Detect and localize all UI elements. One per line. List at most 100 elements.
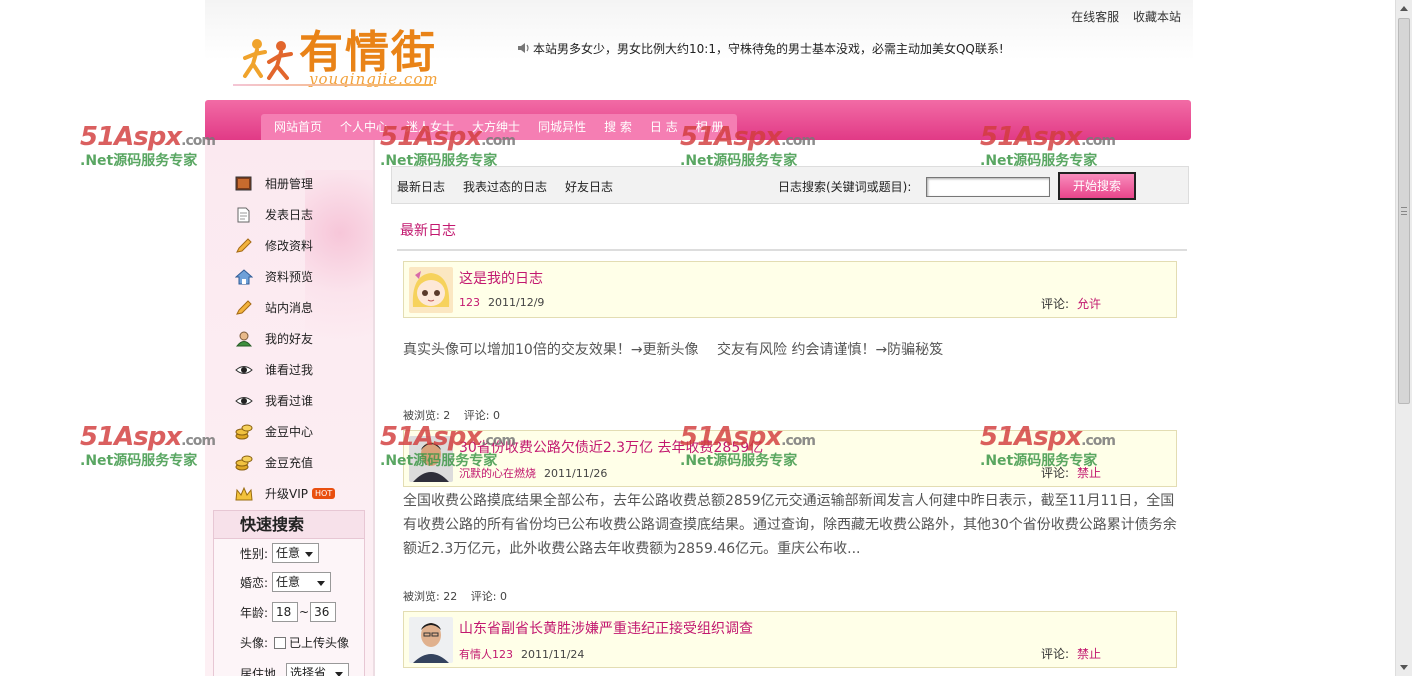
blog-toolbar: 最新日志 我表过态的日志 好友日志 日志搜索(关键词或题目): 开始搜索 [391,166,1189,204]
blog-meta: 123 2011/12/9 [459,296,544,309]
avatar[interactable] [409,436,453,482]
sidebar-item-messages[interactable]: 站内消息 [235,292,335,323]
pencil-icon [236,237,252,253]
top-links: 在线客服 收藏本站 [1061,8,1181,25]
sidebar-item-edit-profile[interactable]: 修改资料 [235,230,335,261]
nav-strip: 网站首页 个人中心 迷人女士 大方绅士 同城异性 搜 索 日 志 相 册 [261,114,737,140]
hot-badge: HOT [312,488,336,499]
comment-count: 0 [499,590,507,603]
gender-select[interactable]: 任意 [272,543,320,563]
nav-item-ladies[interactable]: 迷人女士 [397,114,463,140]
sidebar-item-who-i-viewed[interactable]: 我看过谁 [235,385,335,416]
user-icon [235,331,253,346]
nav-item-gentlemen[interactable]: 大方绅士 [463,114,529,140]
avatar-row: 头像: 已上传头像 [240,636,350,650]
running-figures-icon [243,39,293,80]
blog-search-input[interactable] [926,177,1050,197]
comment-setting-value: 允许 [1077,297,1102,311]
notice-text: 本站男多女少，男女比例大约10:1，守株待兔的男士基本没戏，必需主动加美女QQ联… [533,42,1004,56]
sidebar-divider [373,140,375,676]
sidebar-item-gold-center[interactable]: 金豆中心 [235,416,335,447]
sidebar-item-profile-preview[interactable]: 资料预览 [235,261,335,292]
nav-item-search[interactable]: 搜 索 [595,114,641,140]
document-icon [237,207,250,222]
blog-meta: 沉默的心在燃烧 2011/11/26 [459,465,607,481]
scroll-down-icon[interactable] [1400,665,1408,670]
pencil-icon [236,299,252,315]
sidebar-menu: 相册管理 发表日志 修改资料 资料预览 站内消息 我的好友 谁看过我 我看过谁 … [235,168,336,509]
blog-title-link[interactable]: 30省份收费公路欠债近2.3万亿 去年收费2859亿 [459,437,763,457]
comment-setting: 评论: 禁止 [1041,647,1102,661]
vertical-scrollbar[interactable] [1395,0,1412,676]
residence-row: 居住地 选择省 [240,663,350,676]
nav-item-local[interactable]: 同城异性 [529,114,595,140]
tab-friend-blogs[interactable]: 好友日志 [565,178,613,195]
has-avatar-checkbox[interactable] [274,636,287,649]
comment-setting: 评论: 禁止 [1041,466,1102,480]
blog-excerpt: 真实头像可以增加10倍的交友效果！→更新头像 交友有风险 约会请谨慎！→防骗秘笈 [403,342,944,358]
sidebar: 相册管理 发表日志 修改资料 资料预览 站内消息 我的好友 谁看过我 我看过谁 … [205,140,375,676]
site-logo[interactable]: 有情街 youqingjie.com [233,14,453,92]
comment-setting-value: 禁止 [1077,466,1102,480]
coins-icon [235,424,253,439]
nav-item-album[interactable]: 相 册 [687,114,733,140]
site-notice: 本站男多女少，男女比例大约10:1，守株待兔的男士基本没戏，必需主动加美女QQ联… [517,40,1004,57]
blog-date: 2011/11/26 [544,467,608,480]
nav-item-personal-center[interactable]: 个人中心 [331,114,397,140]
blog-stats: 被浏览: 2 评论: 0 [403,409,500,422]
blog-entry-header: 这是我的日志 123 2011/12/9 评论: 允许 [403,261,1177,318]
sidebar-item-album-manage[interactable]: 相册管理 [235,168,335,199]
tab-latest-blogs[interactable]: 最新日志 [397,178,445,195]
quick-search-panel: 快速搜索 性别: 任意 婚恋: 任意 年龄: 18 ~ 36 头像: 已上传头像 [213,510,365,676]
start-search-button[interactable]: 开始搜索 [1058,172,1136,200]
blog-title-link[interactable]: 这是我的日志 [459,268,543,288]
blog-excerpt: 全国收费公路摸底结果全部公布，去年公路收费总额2859亿元交通运输部新闻发言人何… [403,493,1177,557]
home-icon [235,268,253,284]
avatar[interactable] [409,617,453,663]
age-to-input[interactable]: 36 [310,602,337,622]
blog-entry-header: 30省份收费公路欠债近2.3万亿 去年收费2859亿 沉默的心在燃烧 2011/1… [403,430,1177,487]
blog-author-link[interactable]: 123 [459,296,480,309]
avatar[interactable] [409,267,453,313]
blog-meta: 有情人123 2011/11/24 [459,646,584,662]
view-count: 22 [443,590,458,603]
online-service-link[interactable]: 在线客服 [1071,10,1119,24]
scrollbar-thumb[interactable] [1398,18,1410,404]
marital-select[interactable]: 任意 [272,572,332,592]
crown-icon [235,486,253,500]
eye-icon [235,396,253,405]
coins-icon [235,455,253,470]
scroll-up-icon[interactable] [1400,6,1408,11]
sidebar-item-post-blog[interactable]: 发表日志 [235,199,335,230]
grip-icon [1401,207,1407,215]
eye-icon [235,365,253,374]
watermark: 51Aspx.com .Net源码服务专家 [80,122,216,169]
sidebar-item-upgrade-vip[interactable]: 升级VIP HOT [235,478,336,509]
quick-search-title: 快速搜索 [214,511,364,539]
blog-title-link[interactable]: 山东省副省长黄胜涉嫌严重违纪正接受组织调查 [459,618,753,638]
nav-item-home[interactable]: 网站首页 [265,114,331,140]
blog-date: 2011/12/9 [488,296,545,309]
page-container: 在线客服 收藏本站 有情街 youqingjie.com 本站男多女少，男女比例… [205,0,1193,676]
comment-setting-value: 禁止 [1077,647,1102,661]
sidebar-item-gold-recharge[interactable]: 金豆充值 [235,447,335,478]
blog-author-link[interactable]: 有情人123 [459,648,513,661]
sidebar-item-friends[interactable]: 我的好友 [235,323,335,354]
photo-icon [235,176,252,190]
gender-row: 性别: 任意 [240,543,320,563]
tab-my-voted-blogs[interactable]: 我表过态的日志 [463,178,547,195]
section-title: 最新日志 [400,223,456,239]
blog-date: 2011/11/24 [521,648,585,661]
comment-count: 0 [492,409,500,422]
view-count: 2 [443,409,451,422]
blog-search-label: 日志搜索(关键词或题目): [778,180,912,194]
age-from-input[interactable]: 18 [272,602,299,622]
province-select[interactable]: 选择省 [286,663,350,676]
age-row: 年龄: 18 ~ 36 [240,602,337,622]
section-divider [397,249,1187,251]
bookmark-link[interactable]: 收藏本站 [1133,10,1181,24]
sidebar-item-who-viewed-me[interactable]: 谁看过我 [235,354,335,385]
nav-item-blog[interactable]: 日 志 [641,114,687,140]
speaker-icon [518,43,529,53]
blog-author-link[interactable]: 沉默的心在燃烧 [459,467,536,480]
